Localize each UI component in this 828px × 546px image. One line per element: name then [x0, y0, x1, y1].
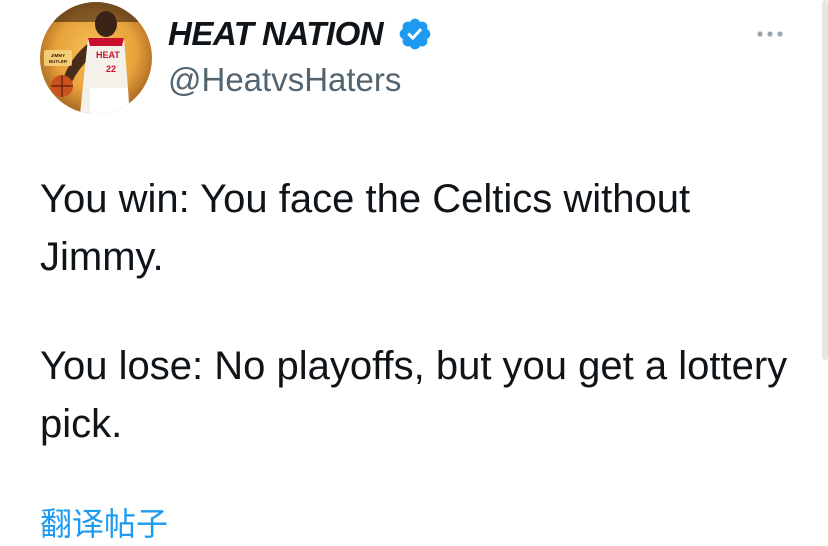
tweet-paragraph: You win: You face the Celtics without Ji…	[40, 177, 702, 279]
author-handle[interactable]: @HeatvsHaters	[168, 60, 401, 100]
tweet-text: You win: You face the Celtics without Ji…	[40, 170, 800, 453]
tweet-card: HEAT 22 JIMMY BUTLER HEAT NATION @Heatvs…	[0, 0, 828, 542]
more-horizontal-icon[interactable]	[752, 24, 788, 44]
avatar[interactable]: HEAT 22 JIMMY BUTLER	[40, 2, 152, 114]
translate-post-link[interactable]: 翻译帖子	[40, 502, 168, 546]
scrollbar[interactable]	[822, 0, 828, 360]
svg-text:BUTLER: BUTLER	[49, 59, 68, 64]
author-display-name[interactable]: HEAT NATION	[168, 14, 384, 54]
avatar-jersey-number: 22	[106, 64, 116, 74]
tweet-paragraph: You lose: No playoffs, but you get a lot…	[40, 344, 799, 446]
verified-badge-icon	[399, 18, 431, 50]
avatar-image: HEAT 22 JIMMY BUTLER	[40, 2, 152, 114]
svg-text:JIMMY: JIMMY	[51, 53, 65, 58]
avatar-jersey-text: HEAT	[96, 50, 120, 60]
